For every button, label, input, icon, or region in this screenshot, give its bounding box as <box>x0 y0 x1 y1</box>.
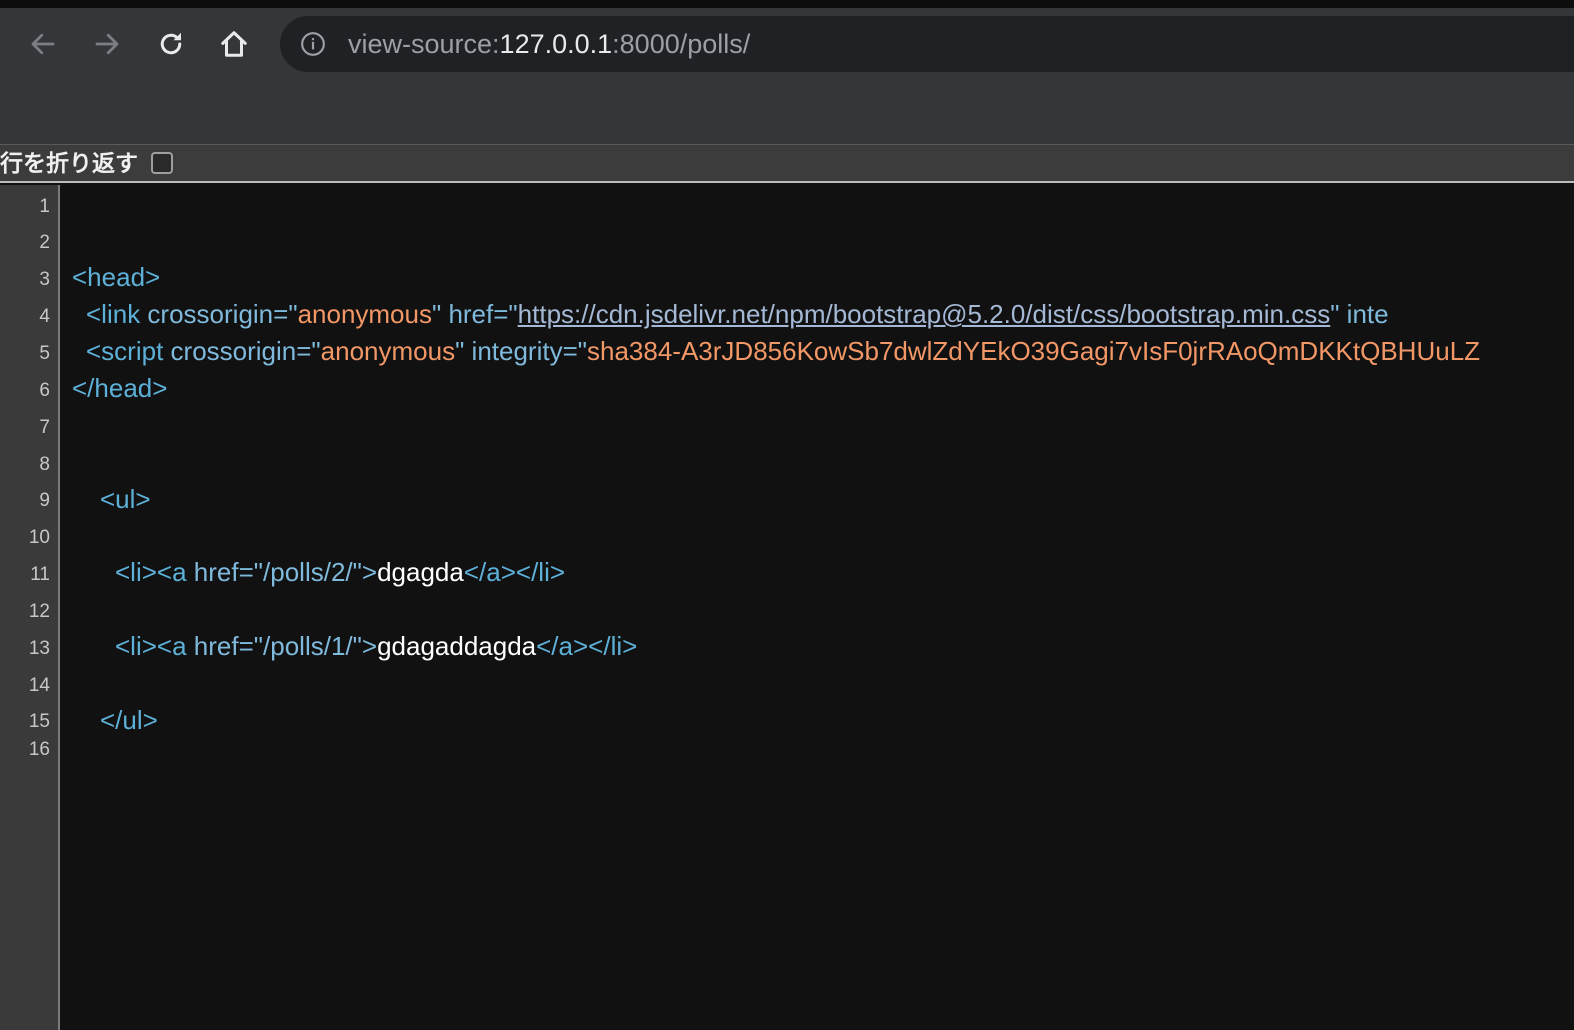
line-number: 10 <box>28 527 50 548</box>
attr-name: crossorigin=" <box>163 336 321 366</box>
code-line-9: <ul> <box>100 483 151 515</box>
line-number: 9 <box>39 490 50 511</box>
html-tag: </head> <box>72 373 168 403</box>
html-tag: <head> <box>72 262 161 292</box>
attr-value: /polls/1/ <box>263 631 353 661</box>
html-tag: <li><a <box>115 557 187 587</box>
attr-value: /polls/2/ <box>263 557 353 587</box>
url-host: 127.0.0.1 <box>499 29 613 59</box>
attr-name: " inte <box>1330 299 1389 329</box>
info-icon[interactable] <box>300 31 326 57</box>
line-number: 15 <box>28 711 50 732</box>
attr-value: anonymous <box>320 336 456 366</box>
html-tag: <ul> <box>100 484 151 514</box>
home-icon <box>221 31 247 57</box>
url-prefix: view-source: <box>348 29 500 59</box>
code-line-5: <script crossorigin="anonymous" integrit… <box>86 335 1480 367</box>
attr-name: crossorigin=" <box>140 299 298 329</box>
html-tag: </a></li> <box>536 631 638 661</box>
url-text[interactable]: view-source:127.0.0.1:8000/polls/ <box>348 28 750 60</box>
html-tag: <link <box>86 299 141 329</box>
line-number: 6 <box>39 380 50 401</box>
address-bar[interactable]: view-source:127.0.0.1:8000/polls/ <box>280 16 1574 72</box>
attr-name: "> <box>352 631 378 661</box>
html-tag: </ul> <box>100 705 158 735</box>
link-text: dgagda <box>377 557 464 587</box>
source-code-view: <head> <link crossorigin="anonymous" hre… <box>62 185 1574 1030</box>
line-number: 5 <box>39 343 50 364</box>
line-number: 8 <box>39 454 50 475</box>
window-top-edge <box>0 0 1574 8</box>
html-tag: <script <box>86 336 164 366</box>
line-number: 3 <box>39 269 50 290</box>
line-number-gutter: 1 2 3 4 5 6 7 8 9 10 11 12 13 14 15 16 <box>0 185 60 1030</box>
line-number: 13 <box>28 638 50 659</box>
code-line-6: </head> <box>72 372 167 404</box>
line-wrap-label[interactable]: 行を折り返す <box>0 149 138 179</box>
forward-button[interactable] <box>85 22 129 66</box>
attr-name: " integrity=" <box>455 336 587 366</box>
home-button[interactable] <box>212 22 256 66</box>
stylesheet-link[interactable]: https://cdn.jsdelivr.net/npm/bootstrap@5… <box>518 299 1331 329</box>
code-line-15: </ul> <box>100 704 158 736</box>
line-number: 4 <box>39 306 50 327</box>
reload-button[interactable] <box>149 22 193 66</box>
line-number: 16 <box>28 739 50 760</box>
html-tag: <li><a <box>115 631 187 661</box>
code-line-13: <li><a href="/polls/1/">gdagaddagda</a><… <box>115 630 637 662</box>
line-wrap-checkbox[interactable] <box>151 152 173 174</box>
link-text: gdagaddagda <box>377 631 537 661</box>
bookmark-bar <box>0 80 1574 144</box>
reload-icon <box>160 32 182 55</box>
line-number: 7 <box>39 417 50 438</box>
attr-name: " href=" <box>431 299 518 329</box>
browser-toolbar: view-source:127.0.0.1:8000/polls/ <box>0 8 1574 80</box>
attr-name: href=" <box>186 631 264 661</box>
arrow-right-icon <box>95 33 119 55</box>
line-number: 14 <box>28 675 50 696</box>
attr-value: anonymous <box>297 299 432 329</box>
back-button[interactable] <box>21 22 65 66</box>
line-wrap-bar: 行を折り返す <box>0 144 1574 183</box>
arrow-left-icon <box>31 33 55 55</box>
html-tag: </a></li> <box>463 557 566 587</box>
attr-name: "> <box>352 557 378 587</box>
code-line-4: <link crossorigin="anonymous" href="http… <box>86 298 1389 330</box>
code-line-3: <head> <box>72 261 160 293</box>
code-line-11: <li><a href="/polls/2/">dgagda</a></li> <box>115 556 565 588</box>
url-path: :8000/polls/ <box>612 29 751 59</box>
line-number: 12 <box>28 601 50 622</box>
line-number: 2 <box>39 232 50 253</box>
line-number: 1 <box>39 196 50 217</box>
attr-name: href=" <box>186 557 264 587</box>
line-number: 11 <box>30 564 50 585</box>
attr-value: sha384-A3rJD856KowSb7dwlZdYEkO39Gagi7vIs… <box>587 336 1481 366</box>
